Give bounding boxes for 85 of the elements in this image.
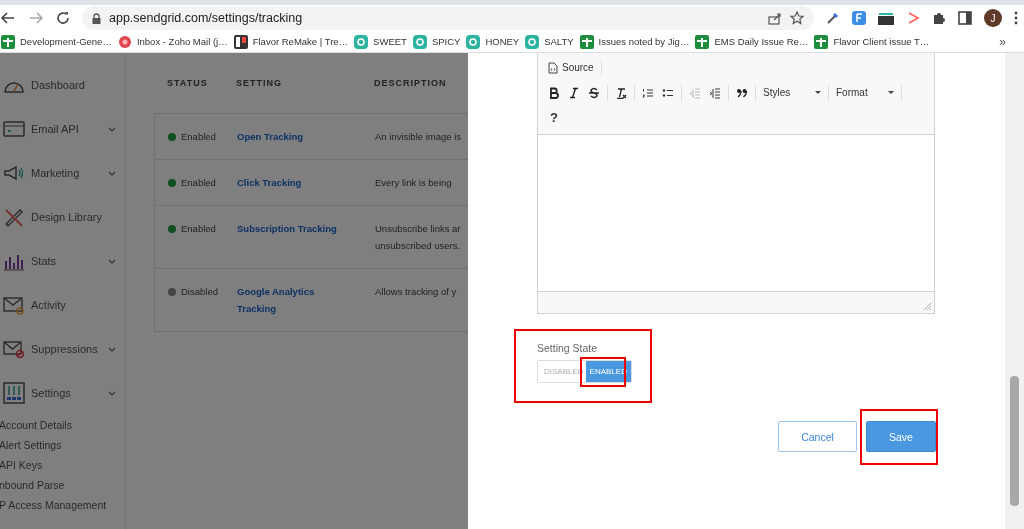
sidebar-item[interactable]: Dashboard (0, 63, 125, 107)
status-text: Enabled (181, 130, 216, 144)
lock-icon (92, 12, 101, 24)
space-icon (466, 34, 481, 49)
save-button[interactable]: Save (866, 421, 936, 452)
terminal-window-icon (3, 120, 25, 138)
spreadsheet-icon (695, 34, 710, 49)
bookmark[interactable]: HONEY (466, 34, 526, 49)
bookmark[interactable]: SPICY (412, 34, 467, 49)
spreadsheet-icon (579, 34, 594, 49)
sidebar-label: Settings (31, 387, 72, 399)
status-text: Enabled (181, 176, 216, 190)
puzzle-icon (932, 11, 946, 25)
envelope-blocked-icon (3, 339, 25, 359)
flower-icon (117, 34, 132, 49)
space-icon (354, 34, 369, 49)
caret-icon (815, 91, 821, 94)
bookmark[interactable]: Inbox - Zoho Mail (j… (117, 34, 234, 49)
setting-description: An invisible image is (375, 131, 462, 142)
pencil-ruler-icon (3, 207, 25, 227)
sidebar-item[interactable]: Email API (0, 107, 125, 151)
extension-f-icon (852, 11, 866, 25)
resize-grip-icon (924, 303, 931, 310)
status-text: Enabled (181, 222, 216, 236)
board-icon (233, 34, 248, 49)
bookmark[interactable]: SALTY (525, 34, 580, 49)
format-dropdown[interactable]: Format (832, 87, 898, 98)
sidebar-label: Marketing (31, 167, 81, 179)
sidebar-label: Activity (31, 299, 67, 311)
bookmark[interactable]: Flavor ReMake | Tre… (233, 34, 355, 49)
menu-icon (1014, 11, 1018, 25)
scrollbar[interactable] (1005, 53, 1024, 529)
sidebar-label: Dashboard (31, 79, 86, 91)
column-header: STATUS (167, 78, 208, 88)
sidebar-item[interactable]: Activity (0, 283, 125, 327)
column-header: DESCRIPTION (374, 78, 447, 88)
address-bar[interactable]: app.sendgrid.com/settings/tracking (82, 6, 814, 30)
url-text: app.sendgrid.com/settings/tracking (109, 11, 304, 25)
setting-state-label: Setting State (537, 342, 599, 354)
eyedropper-icon (826, 11, 840, 25)
column-header: SETTING (236, 78, 282, 88)
setting-description: Allows tracking of y (375, 286, 457, 297)
share-icon (768, 11, 782, 25)
sidebar-label: Design Library (31, 211, 103, 223)
document-code-icon (548, 61, 558, 74)
bookmark[interactable]: Issues noted by Jig… (579, 34, 696, 49)
star-icon (790, 11, 804, 25)
setting-link[interactable]: Click Tracking (237, 174, 302, 191)
bookmark[interactable]: Flavor Client issue T… (814, 34, 936, 49)
setting-link[interactable]: Open Tracking (237, 128, 303, 145)
help-button[interactable]: ? (544, 110, 564, 125)
cancel-button[interactable]: Cancel (778, 421, 857, 452)
bookmark[interactable]: EMS Daily Issue Re… (695, 34, 815, 49)
styles-dropdown[interactable]: Styles (759, 87, 825, 98)
setting-description: Every link is being (375, 177, 452, 188)
caret-icon (888, 91, 894, 94)
sidebar-item[interactable]: Design Library (0, 195, 125, 239)
sidebar-item[interactable]: Marketing (0, 151, 125, 195)
bookmark[interactable]: SWEET (354, 34, 413, 49)
sidebar-subitem[interactable]: nbound Parse (0, 475, 125, 495)
back-icon (0, 11, 16, 25)
space-icon (525, 34, 540, 49)
setting-link[interactable]: Subscription Tracking (237, 220, 337, 237)
sidebar-label: Stats (31, 255, 58, 267)
setting-link[interactable]: Google Analytics Tracking (237, 283, 315, 317)
sidebar-label: Email API (31, 123, 80, 135)
sidebar-label: Suppressions (31, 343, 99, 355)
envelope-search-icon (3, 295, 25, 315)
spreadsheet-icon (814, 34, 829, 49)
source-button[interactable]: Source (544, 57, 598, 78)
sidebar-item[interactable]: Stats (0, 239, 125, 283)
bookmarks-overflow[interactable]: » (999, 34, 1012, 49)
reload-icon (56, 11, 70, 25)
sidebar-subitem[interactable]: P Access Management (0, 495, 125, 515)
sliders-icon (3, 382, 25, 404)
bookmark[interactable]: Development-Gene… (1, 34, 118, 49)
sidebar-item[interactable]: Suppressions (0, 327, 125, 371)
sidebar-item[interactable]: Settings (0, 371, 125, 415)
status-text: Disabled (181, 285, 218, 299)
profile-avatar[interactable]: J (984, 9, 1002, 27)
setting-description: Unsubscribe links ar unsubscribed users. (375, 223, 461, 251)
side-panel-icon (958, 11, 972, 25)
megaphone-icon (3, 164, 25, 182)
forward-icon (28, 11, 44, 25)
space-icon (412, 34, 427, 49)
